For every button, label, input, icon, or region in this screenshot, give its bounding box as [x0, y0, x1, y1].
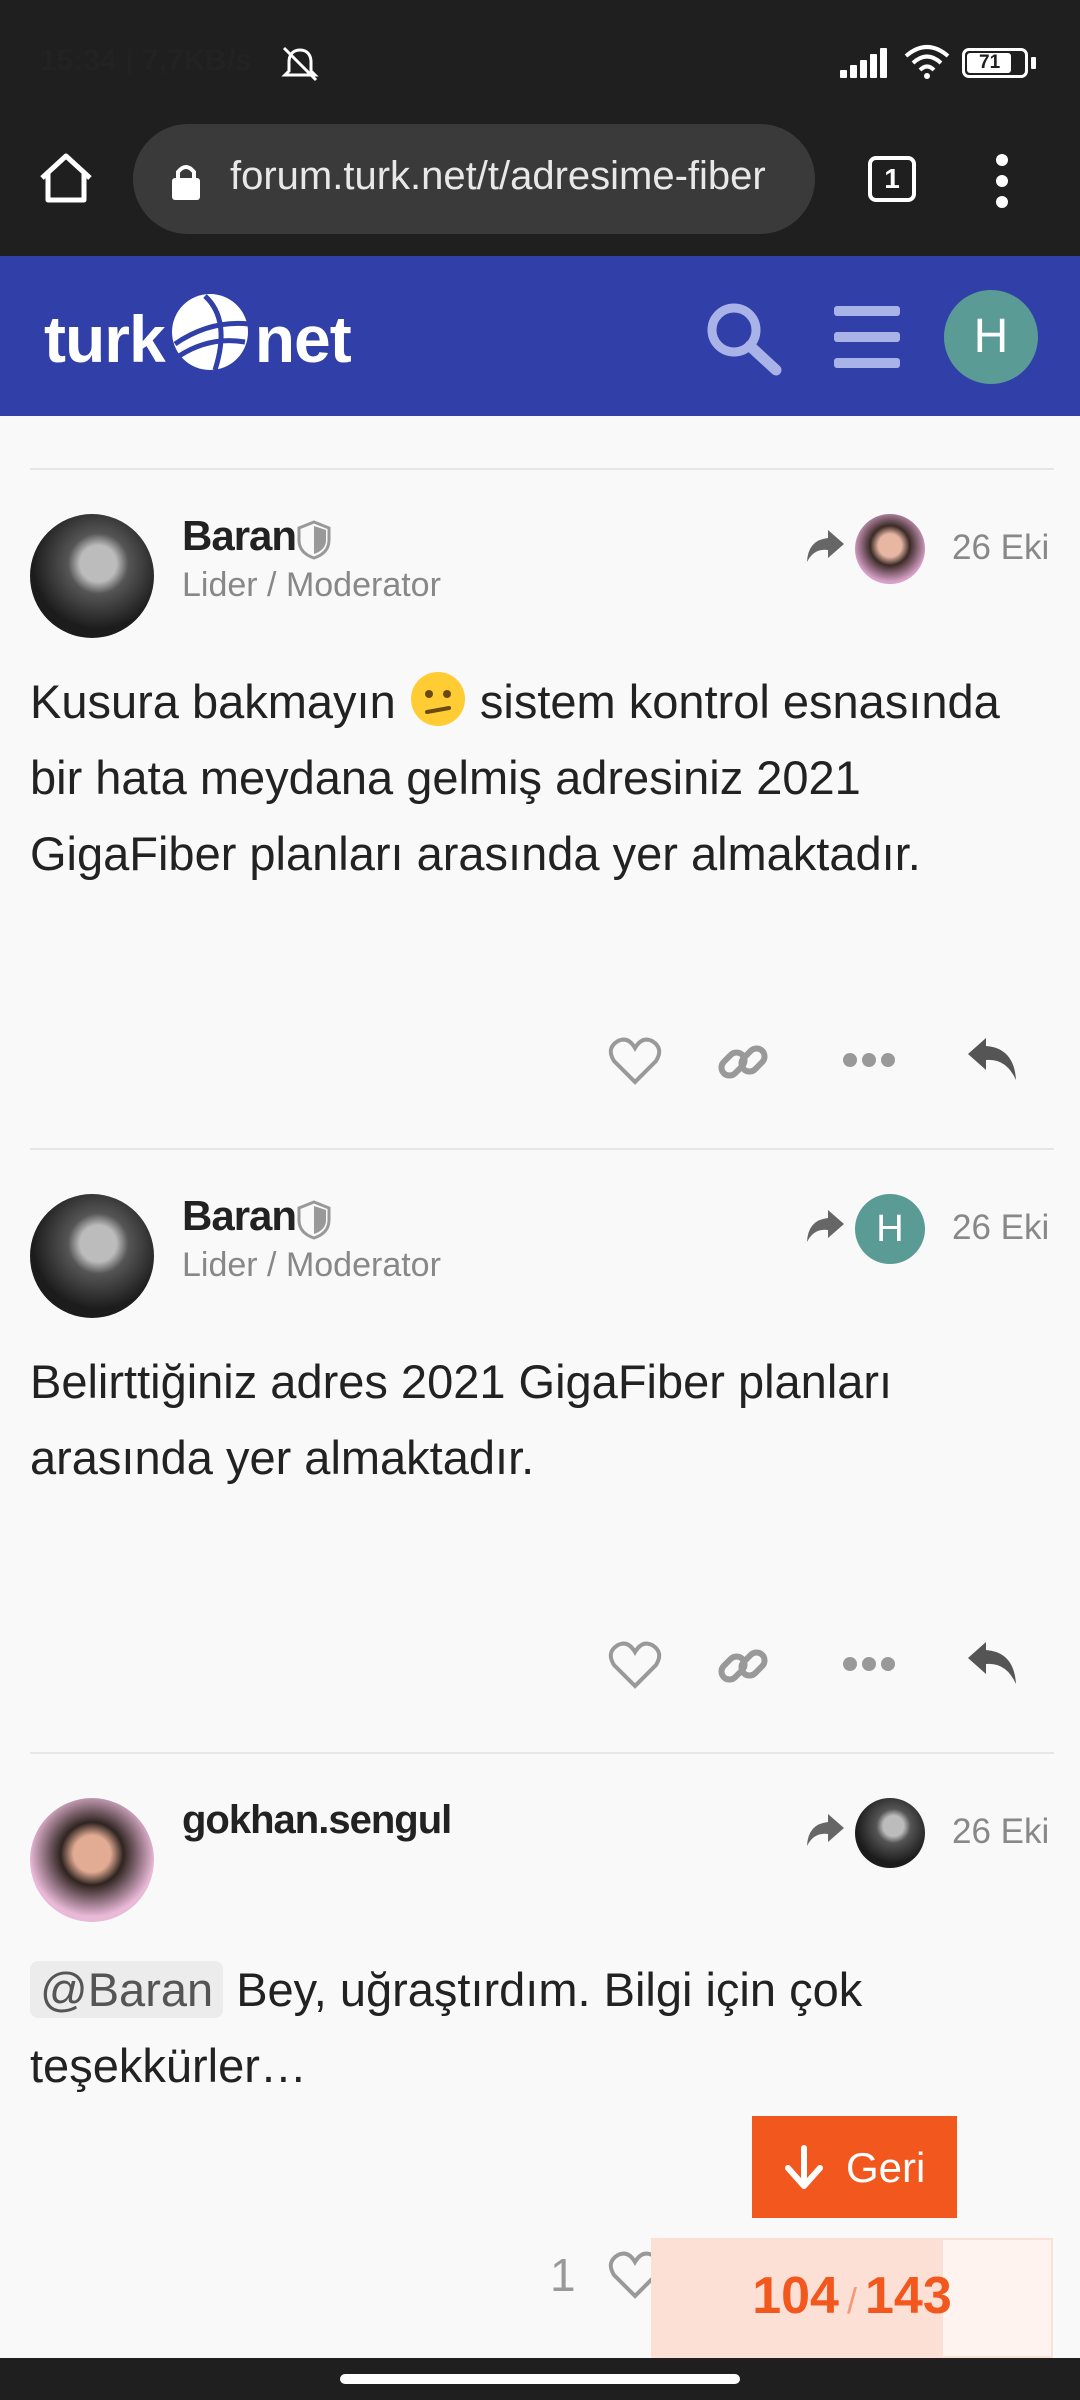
gokhan-avatar[interactable] [30, 1798, 154, 1922]
post-date[interactable]: 26 Eki [952, 1208, 1049, 1248]
battery-icon: 71 [962, 48, 1028, 78]
reply-icon[interactable] [964, 1638, 1020, 1690]
like-heart-icon[interactable] [608, 1640, 662, 1690]
confused-emoji-icon [410, 672, 465, 726]
post-body: Kusura bakmayın sistem kontrol esnasında… [30, 664, 1050, 892]
home-icon[interactable] [36, 150, 96, 206]
url-text[interactable]: forum.turk.net/t/adresime-fiber [230, 154, 790, 199]
reply-icon[interactable] [964, 1034, 1020, 1086]
reply-to-avatar[interactable] [855, 514, 925, 584]
user-title: Lider / Moderator [182, 566, 441, 604]
baran-avatar[interactable] [30, 1194, 154, 1318]
reply-to-avatar[interactable] [855, 1798, 925, 1868]
signal-icon [840, 48, 890, 78]
post-username[interactable]: Baran [182, 512, 297, 560]
topic-progress-text[interactable]: 104/143 [651, 2266, 1053, 2326]
post-divider [30, 468, 1054, 470]
more-options-icon[interactable] [842, 1052, 896, 1068]
reply-to-arrow-icon[interactable] [804, 526, 846, 566]
baran-avatar[interactable] [30, 514, 154, 638]
mention-link[interactable]: @Baran [30, 1961, 224, 2018]
back-button-label: Geri [846, 2144, 926, 2191]
back-to-position-button[interactable]: Geri [752, 2116, 957, 2218]
post-body: Belirttiğiniz adres 2021 GigaFiber planl… [30, 1355, 893, 1484]
reply-to-arrow-icon[interactable] [804, 1206, 846, 1246]
hamburger-menu-icon[interactable] [834, 306, 900, 368]
battery-level: 71 [979, 52, 1001, 73]
post-date[interactable]: 26 Eki [952, 528, 1049, 568]
turknet-logo[interactable]: turk net [44, 290, 352, 377]
progress-current: 104 [752, 2267, 839, 2325]
like-count: 1 [550, 2249, 576, 2301]
moderator-shield-icon [297, 520, 331, 560]
post-username[interactable]: Baran [182, 1192, 297, 1240]
browser-menu-icon[interactable] [996, 154, 1008, 208]
post-username[interactable]: gokhan.sengul [182, 1798, 452, 1843]
progress-separator: / [846, 2280, 857, 2321]
more-options-icon[interactable] [842, 1656, 896, 1672]
globe-logo-icon [171, 294, 249, 371]
user-title: Lider / Moderator [182, 1246, 441, 1284]
post-divider [30, 1148, 1054, 1150]
post-divider [30, 1752, 1054, 1754]
search-icon[interactable] [702, 298, 784, 378]
lock-icon [172, 165, 200, 200]
mute-notification-icon [281, 46, 319, 82]
post-date[interactable]: 26 Eki [952, 1812, 1049, 1852]
like-heart-icon[interactable] [608, 1036, 662, 1086]
reply-to-arrow-icon[interactable] [804, 1810, 846, 1850]
user-avatar[interactable]: H [944, 290, 1038, 384]
status-time: 15:34 | 7,7KB/s [40, 44, 252, 77]
copy-link-icon[interactable] [716, 1034, 772, 1090]
tab-switcher-button[interactable]: 1 [868, 156, 916, 202]
moderator-shield-icon [297, 1200, 331, 1240]
gesture-handle[interactable] [340, 2374, 740, 2384]
copy-link-icon[interactable] [716, 1638, 772, 1694]
reply-to-avatar[interactable]: H [855, 1194, 925, 1264]
wifi-icon [904, 45, 950, 79]
post-body: @Baran Bey, uğraştırdım. Bilgi için çok … [30, 1961, 863, 2092]
arrow-down-icon [785, 2145, 823, 2189]
progress-total: 143 [865, 2267, 952, 2325]
